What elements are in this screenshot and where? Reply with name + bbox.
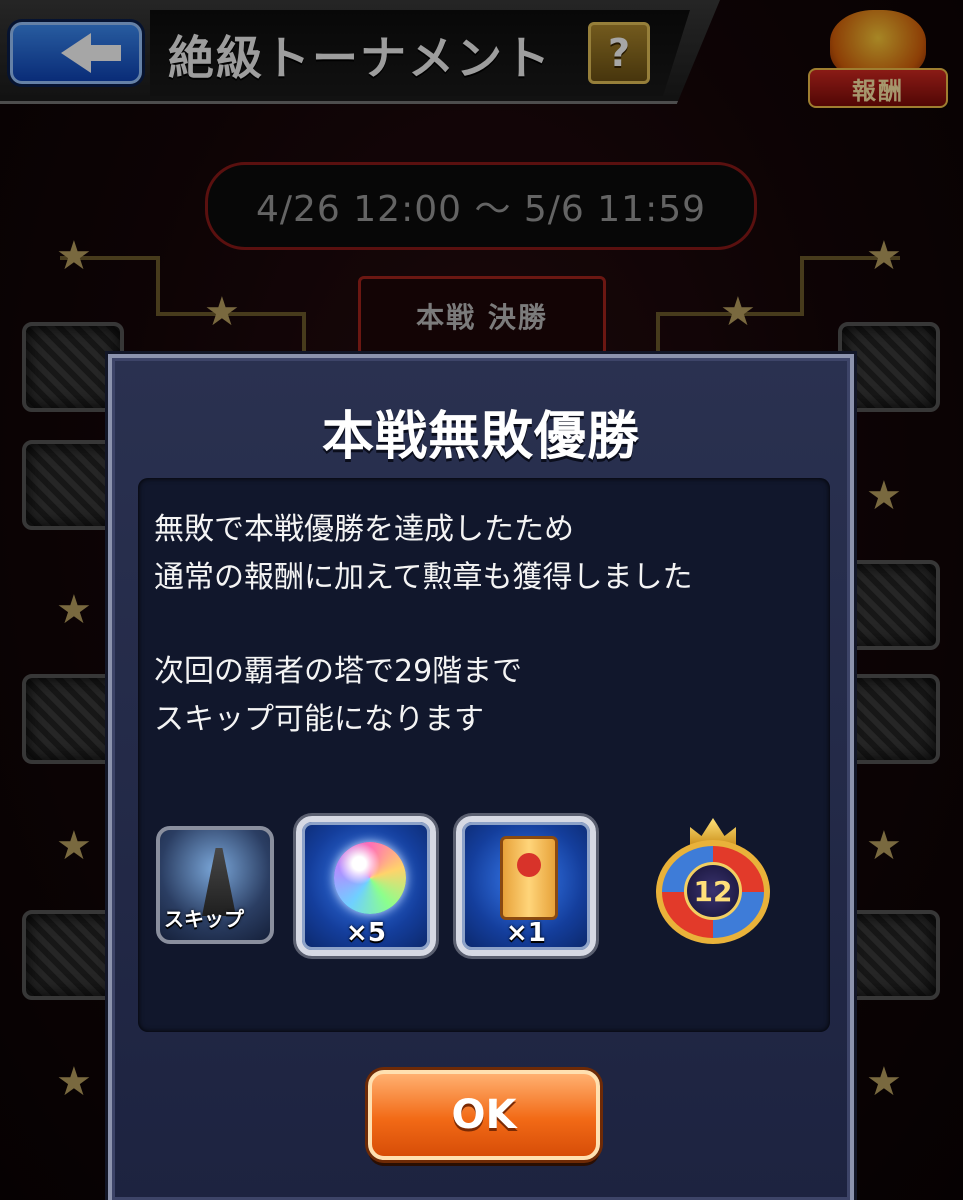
- dialog-body: 無敗で本戦優勝を達成したため 通常の報酬に加えて勲章も獲得しました 次回の覇者の…: [138, 478, 830, 1032]
- scroll-quantity: ×1: [506, 918, 546, 948]
- medal-icon: 12: [656, 840, 770, 944]
- medal-number: 12: [684, 862, 742, 920]
- orb-quantity: ×5: [346, 918, 386, 948]
- dialog-title: 本戦無敗優勝: [321, 407, 640, 467]
- message-line: 通常の報酬に加えて勲章も獲得しました: [154, 560, 693, 595]
- message-line: 無敗で本戦優勝を達成したため: [154, 512, 574, 547]
- medal-reward[interactable]: 12: [650, 818, 776, 948]
- orb-reward[interactable]: ×5: [296, 816, 436, 956]
- rainbow-orb-icon: [334, 842, 406, 914]
- scroll-reward[interactable]: ×1: [456, 816, 596, 956]
- skip-reward[interactable]: スキップ: [156, 826, 274, 944]
- ok-button[interactable]: OK: [368, 1070, 600, 1160]
- reward-dialog: 本戦無敗優勝 無敗で本戦優勝を達成したため 通常の報酬に加えて勲章も獲得しました…: [108, 354, 854, 1200]
- ok-button-label: OK: [451, 1092, 517, 1138]
- scroll-icon: [500, 836, 558, 920]
- message-line: スキップ可能になります: [154, 702, 484, 737]
- skip-label: スキップ: [164, 907, 244, 931]
- message-line: 次回の覇者の塔で29階まで: [154, 654, 523, 689]
